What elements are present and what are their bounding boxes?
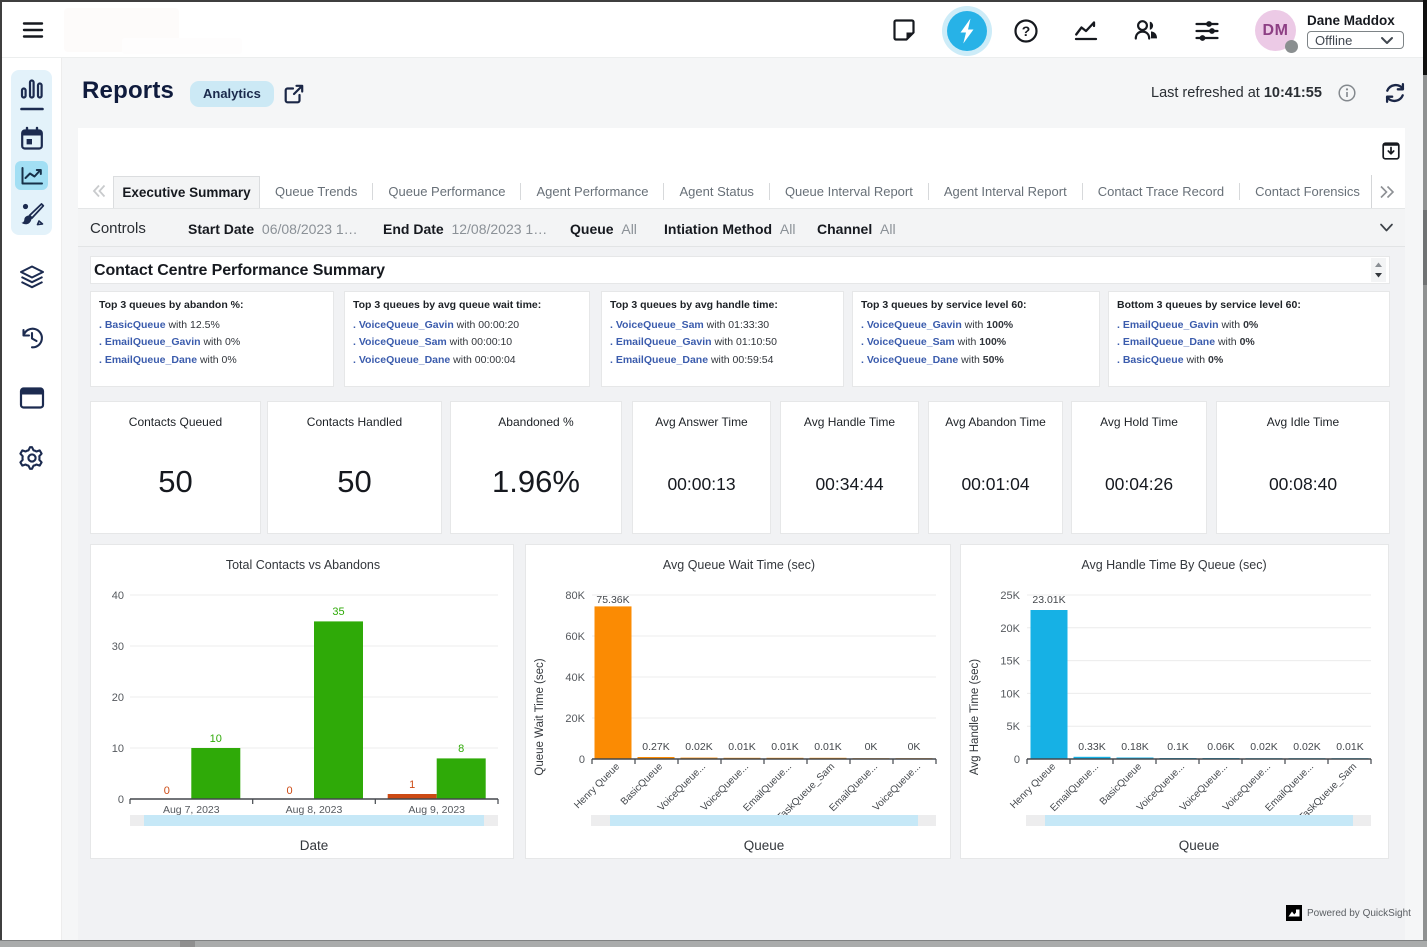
svg-text:0: 0 bbox=[579, 754, 585, 766]
svg-text:Avg Handle Time By Queue (sec): Avg Handle Time By Queue (sec) bbox=[1081, 558, 1266, 572]
svg-text:?: ? bbox=[1022, 23, 1031, 39]
svg-text:0.02K: 0.02K bbox=[1293, 741, 1320, 753]
svg-text:30: 30 bbox=[112, 641, 124, 653]
svg-text:Queue Wait Time (sec): Queue Wait Time (sec) bbox=[534, 658, 546, 775]
svg-text:10: 10 bbox=[210, 733, 222, 745]
svg-text:0.01K: 0.01K bbox=[728, 741, 755, 753]
svg-text:Queue: Queue bbox=[744, 838, 785, 853]
svg-text:25K: 25K bbox=[1000, 590, 1020, 602]
svg-text:40K: 40K bbox=[565, 672, 585, 684]
svg-text:40: 40 bbox=[112, 590, 124, 602]
svg-text:20K: 20K bbox=[1000, 623, 1020, 635]
svg-text:BasicQueue: BasicQueue bbox=[1098, 761, 1145, 808]
svg-text:BasicQueue: BasicQueue bbox=[619, 761, 666, 808]
svg-text:10: 10 bbox=[112, 743, 124, 755]
svg-text:Date: Date bbox=[300, 838, 329, 853]
svg-text:Aug 9, 2023: Aug 9, 2023 bbox=[408, 804, 465, 816]
svg-text:80K: 80K bbox=[565, 590, 585, 602]
svg-text:8: 8 bbox=[458, 743, 464, 755]
svg-text:0.01K: 0.01K bbox=[771, 741, 798, 753]
svg-text:1: 1 bbox=[409, 779, 415, 791]
svg-text:0.1K: 0.1K bbox=[1167, 741, 1189, 753]
svg-text:0: 0 bbox=[164, 785, 170, 797]
svg-text:0.06K: 0.06K bbox=[1207, 741, 1234, 753]
svg-text:0.02K: 0.02K bbox=[1250, 741, 1277, 753]
svg-text:10K: 10K bbox=[1000, 688, 1020, 700]
svg-text:Queue: Queue bbox=[1179, 838, 1220, 853]
svg-text:0: 0 bbox=[118, 794, 124, 806]
svg-text:Aug 8, 2023: Aug 8, 2023 bbox=[286, 804, 343, 816]
svg-text:0.18K: 0.18K bbox=[1121, 741, 1148, 753]
svg-text:Total Contacts vs Abandons: Total Contacts vs Abandons bbox=[226, 558, 380, 572]
svg-text:0.02K: 0.02K bbox=[685, 741, 712, 753]
svg-text:0.01K: 0.01K bbox=[814, 741, 841, 753]
svg-text:Aug 7, 2023: Aug 7, 2023 bbox=[163, 804, 220, 816]
svg-text:23.01K: 23.01K bbox=[1032, 594, 1065, 606]
svg-text:0.01K: 0.01K bbox=[1336, 741, 1363, 753]
svg-text:0: 0 bbox=[286, 785, 292, 797]
svg-text:0.33K: 0.33K bbox=[1078, 741, 1105, 753]
svg-text:75.36K: 75.36K bbox=[596, 594, 629, 606]
svg-text:Avg Queue Wait Time (sec): Avg Queue Wait Time (sec) bbox=[663, 558, 815, 572]
svg-text:0K: 0K bbox=[865, 741, 878, 753]
svg-text:5K: 5K bbox=[1007, 721, 1021, 733]
svg-text:0.27K: 0.27K bbox=[642, 741, 669, 753]
svg-text:60K: 60K bbox=[565, 631, 585, 643]
svg-text:35: 35 bbox=[332, 606, 344, 618]
svg-text:0K: 0K bbox=[908, 741, 921, 753]
svg-text:20: 20 bbox=[112, 692, 124, 704]
svg-text:15K: 15K bbox=[1000, 656, 1020, 668]
svg-text:0: 0 bbox=[1014, 754, 1020, 766]
svg-text:Avg Handle Time (sec): Avg Handle Time (sec) bbox=[969, 659, 981, 775]
svg-text:Henry Queue: Henry Queue bbox=[572, 761, 622, 811]
svg-text:20K: 20K bbox=[565, 713, 585, 725]
